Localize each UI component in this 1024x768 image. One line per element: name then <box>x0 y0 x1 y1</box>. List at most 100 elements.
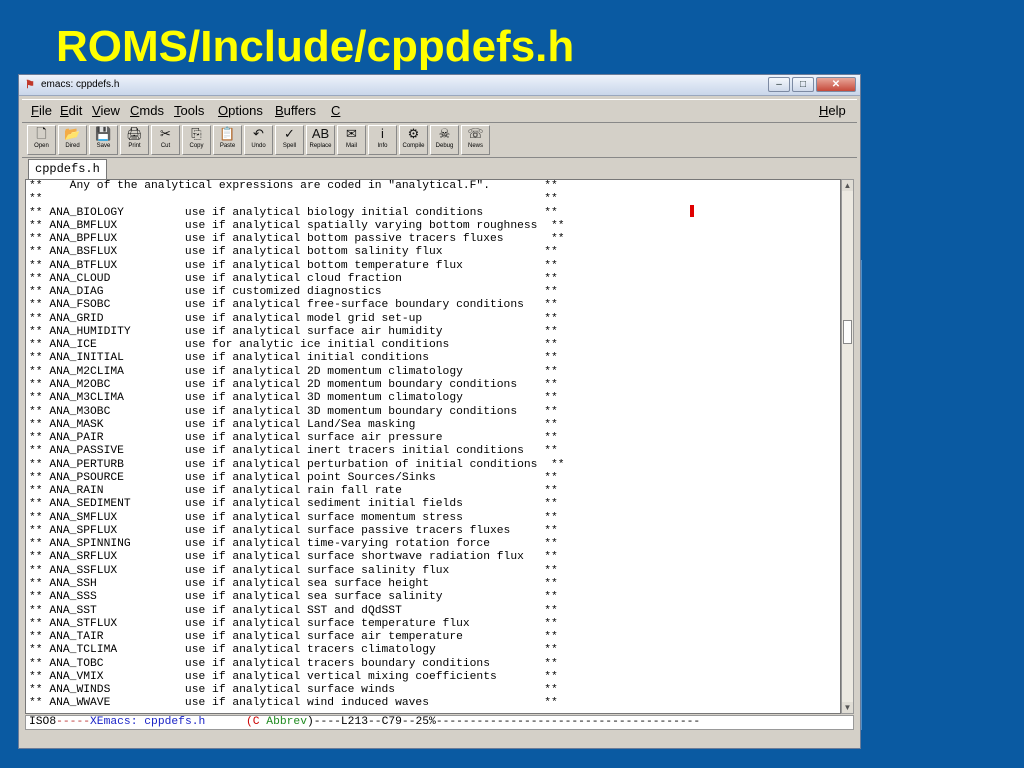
vertical-scrollbar[interactable]: ▲ ▼ <box>841 179 854 714</box>
scroll-thumb[interactable] <box>843 320 852 344</box>
minimize-button[interactable]: – <box>768 77 790 92</box>
code-line[interactable]: ** ANA_HUMIDITY use if analytical surfac… <box>29 326 840 339</box>
code-line[interactable]: ** ANA_M2OBC use if analytical 2D moment… <box>29 379 840 392</box>
mail-button[interactable]: ✉ Mail <box>337 125 366 155</box>
modeline-position: ----L213--C79--25% <box>313 716 436 728</box>
code-line[interactable]: ** ANA_BSFLUX use if analytical bottom s… <box>29 246 840 259</box>
code-line[interactable]: ** ANA_M2CLIMA use if analytical 2D mome… <box>29 366 840 379</box>
code-line[interactable]: ** ANA_INITIAL use if analytical initial… <box>29 352 840 365</box>
menu-view[interactable]: View <box>92 103 120 118</box>
code-line[interactable]: ** ANA_GRID use if analytical model grid… <box>29 313 840 326</box>
code-line[interactable]: ** ANA_DIAG use if customized diagnostic… <box>29 286 840 299</box>
modeline-mode-abbrev[interactable]: Abbrev <box>260 716 307 728</box>
paste-icon: 📋 <box>219 126 236 141</box>
undo-button[interactable]: ↶ Undo <box>244 125 273 155</box>
tab-cppdefs[interactable]: cppdefs.h <box>28 159 107 179</box>
menu-options[interactable]: Options <box>218 103 263 118</box>
open-button[interactable]: 🗋 Open <box>27 125 56 155</box>
code-line[interactable]: ** ANA_M3OBC use if analytical 3D moment… <box>29 406 840 419</box>
code-line[interactable]: ** ANA_BMFLUX use if analytical spatiall… <box>29 220 840 233</box>
menu-help[interactable]: Help <box>819 103 846 118</box>
menu-label: uffers <box>283 103 316 118</box>
code-line[interactable]: ** ANA_PAIR use if analytical surface ai… <box>29 432 840 445</box>
scroll-up-arrow-icon[interactable]: ▲ <box>842 180 853 191</box>
spell-icon: ✓ <box>284 126 295 141</box>
menu-mnemonic: F <box>31 103 39 118</box>
window-titlebar[interactable]: ⚑ emacs: cppdefs.h – □ ✕ <box>19 75 860 96</box>
menu-edit[interactable]: Edit <box>60 103 82 118</box>
code-line[interactable]: ** ** <box>29 193 840 206</box>
code-line[interactable]: ** ANA_WINDS use if analytical surface w… <box>29 684 840 697</box>
code-line[interactable]: ** ANA_MASK use if analytical Land/Sea m… <box>29 419 840 432</box>
info-button[interactable]: i Info <box>368 125 397 155</box>
code-line[interactable]: ** ANA_SST use if analytical SST and dQd… <box>29 605 840 618</box>
cut-icon: ✂ <box>160 126 171 141</box>
code-line[interactable]: ** ANA_BIOLOGY use if analytical biology… <box>29 207 840 220</box>
code-line[interactable]: ** ANA_ICE use for analytic ice initial … <box>29 339 840 352</box>
code-line[interactable]: ** ANA_SRFLUX use if analytical surface … <box>29 551 840 564</box>
toolbar-button-label: Cut <box>160 143 171 149</box>
spell-button[interactable]: ✓ Spell <box>275 125 304 155</box>
code-text[interactable]: ** Any of the analytical expressions are… <box>26 180 840 711</box>
close-button[interactable]: ✕ <box>816 77 856 92</box>
cut-button[interactable]: ✂ Cut <box>151 125 180 155</box>
code-line[interactable]: ** ANA_SSFLUX use if analytical surface … <box>29 565 840 578</box>
minibuffer[interactable] <box>25 731 854 745</box>
compile-button[interactable]: ⚙ Compile <box>399 125 428 155</box>
menu-mnemonic: H <box>819 103 829 118</box>
maximize-button[interactable]: □ <box>792 77 814 92</box>
menu-buffers[interactable]: Buffers <box>275 103 316 118</box>
slide-title: ROMS/Include/cppdefs.h <box>56 22 575 71</box>
paste-button[interactable]: 📋 Paste <box>213 125 242 155</box>
editor-pane[interactable]: ** Any of the analytical expressions are… <box>25 179 841 714</box>
menu-c[interactable]: C <box>331 103 340 118</box>
news-button[interactable]: ☏ News <box>461 125 490 155</box>
code-line[interactable]: ** ANA_TAIR use if analytical surface ai… <box>29 631 840 644</box>
menu-label: ptions <box>228 103 263 118</box>
code-line[interactable]: ** ANA_SEDIMENT use if analytical sedime… <box>29 498 840 511</box>
text-cursor <box>690 205 694 217</box>
menu-mnemonic: C <box>331 103 341 118</box>
toolbar-button-label: News <box>467 143 483 149</box>
replace-button[interactable]: AB Replace <box>306 125 335 155</box>
code-line[interactable]: ** ANA_SPFLUX use if analytical surface … <box>29 525 840 538</box>
menu-file[interactable]: File <box>31 103 52 118</box>
modeline-mode-c[interactable]: C <box>253 716 260 728</box>
toolbar-button-label: Paste <box>219 143 236 149</box>
menu-tools[interactable]: Tools <box>174 103 204 118</box>
code-line[interactable]: ** ANA_STFLUX use if analytical surface … <box>29 618 840 631</box>
modeline-encoding: ISO8 <box>29 716 57 728</box>
dired-button[interactable]: 📂 Dired <box>58 125 87 155</box>
code-line[interactable]: ** ANA_RAIN use if analytical rain fall … <box>29 485 840 498</box>
modeline-buffer-name[interactable]: XEmacs: cppdefs.h <box>90 716 205 728</box>
copy-button[interactable]: ⎘ Copy <box>182 125 211 155</box>
code-line[interactable]: ** ANA_PASSIVE use if analytical inert t… <box>29 445 840 458</box>
toolbar-button-label: Print <box>128 143 141 149</box>
copy-icon: ⎘ <box>191 126 202 141</box>
code-line[interactable]: ** ANA_BPFLUX use if analytical bottom p… <box>29 233 840 246</box>
print-button[interactable]: 🖨 Print <box>120 125 149 155</box>
debug-icon: ☠ <box>438 126 451 141</box>
menu-mnemonic: E <box>60 103 69 118</box>
code-line[interactable]: ** ANA_WWAVE use if analytical wind indu… <box>29 697 840 710</box>
code-line[interactable]: ** ANA_SSH use if analytical sea surface… <box>29 578 840 591</box>
code-line[interactable]: ** ANA_TCLIMA use if analytical tracers … <box>29 644 840 657</box>
code-line[interactable]: ** ANA_SMFLUX use if analytical surface … <box>29 512 840 525</box>
code-line[interactable]: ** ANA_PERTURB use if analytical perturb… <box>29 459 840 472</box>
code-line[interactable]: ** ANA_CLOUD use if analytical cloud fra… <box>29 273 840 286</box>
debug-button[interactable]: ☠ Debug <box>430 125 459 155</box>
code-line[interactable]: ** ANA_VMIX use if analytical vertical m… <box>29 671 840 684</box>
scroll-down-arrow-icon[interactable]: ▼ <box>842 702 853 713</box>
code-line[interactable]: ** ANA_TOBC use if analytical tracers bo… <box>29 658 840 671</box>
emacs-window: ⚑ emacs: cppdefs.h – □ ✕ File Edit View Cmd… <box>18 74 861 749</box>
code-line[interactable]: ** Any of the analytical expressions are… <box>29 180 840 193</box>
code-line[interactable]: ** ANA_PSOURCE use if analytical point S… <box>29 472 840 485</box>
code-line[interactable]: ** ANA_SSS use if analytical sea surface… <box>29 591 840 604</box>
toolbar: 🗋 Open 📂 Dired 💾 Save 🖨 Print ✂ Cut ⎘ Copy 📋 Paste ↶ Un… <box>22 123 857 158</box>
save-button[interactable]: 💾 Save <box>89 125 118 155</box>
code-line[interactable]: ** ANA_FSOBC use if analytical free-surf… <box>29 299 840 312</box>
code-line[interactable]: ** ANA_BTFLUX use if analytical bottom t… <box>29 260 840 273</box>
menu-cmds[interactable]: Cmds <box>130 103 164 118</box>
code-line[interactable]: ** ANA_SPINNING use if analytical time-v… <box>29 538 840 551</box>
code-line[interactable]: ** ANA_M3CLIMA use if analytical 3D mome… <box>29 392 840 405</box>
